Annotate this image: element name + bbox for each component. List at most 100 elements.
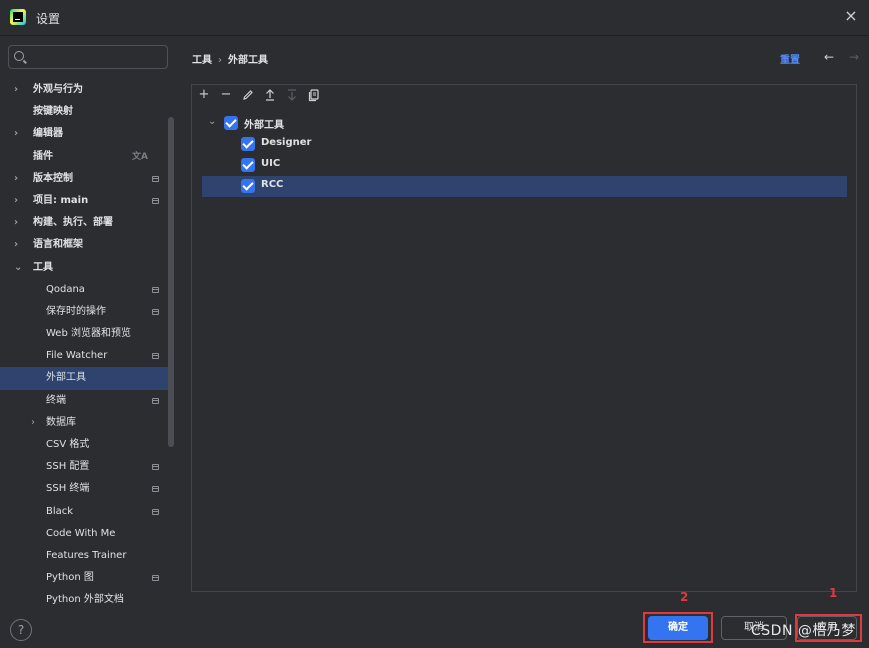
chevron-right-icon[interactable]: › (14, 79, 24, 101)
external-tools-panel: + − ⌄ 外部工具 Designer UIC RCC (191, 84, 857, 592)
sidebar-item-label: 语言和框架 (33, 239, 83, 251)
breadcrumb-separator: › (218, 55, 222, 66)
sidebar-scrollbar[interactable] (168, 117, 174, 447)
chevron-right-icon[interactable]: › (14, 212, 24, 234)
sidebar-item-label: 终端 (46, 394, 66, 406)
sidebar-item-label: CSV 格式 (46, 439, 90, 450)
project-level-icon (152, 464, 159, 471)
move-up-icon[interactable] (262, 87, 278, 103)
csdn-watermark: CSDN @梧乃梦 (751, 623, 856, 639)
chevron-right-icon[interactable]: › (31, 412, 41, 434)
sidebar-item[interactable]: Qodana (0, 279, 168, 301)
sidebar-item-label: SSH 配置 (46, 461, 90, 473)
project-level-icon (152, 175, 159, 182)
close-icon[interactable]: × (841, 6, 861, 26)
sidebar-item[interactable]: Web 浏览器和预览 (0, 323, 168, 345)
sidebar-item[interactable]: Features Trainer (0, 545, 168, 567)
pycharm-app-icon (10, 9, 26, 25)
sidebar-item[interactable]: › 版本控制 (0, 168, 168, 190)
copy-icon[interactable] (306, 87, 322, 103)
settings-sidebar: › 外观与行为 按键映射 › 编辑器 插件 文A › 版本控制 › 项目: main › 构建、执行、部… (0, 37, 176, 605)
tool-label: RCC (261, 179, 284, 190)
ok-button[interactable]: 确定 (648, 616, 708, 640)
sidebar-item[interactable]: SSH 配置 (0, 456, 168, 478)
tool-row-rcc[interactable]: RCC (202, 176, 847, 197)
sidebar-item-label: 版本控制 (33, 172, 73, 184)
sidebar-item[interactable]: › 项目: main (0, 190, 168, 212)
tool-group-row[interactable]: ⌄ 外部工具 (202, 113, 847, 134)
sidebar-item-label: 插件 (33, 150, 53, 162)
add-icon[interactable]: + (196, 87, 212, 103)
uic-checkbox[interactable] (241, 158, 255, 172)
sidebar-item[interactable]: › 数据库 (0, 412, 168, 434)
tool-label: Designer (261, 137, 312, 148)
chevron-right-icon[interactable]: › (14, 234, 24, 256)
sidebar-item-label: Web 浏览器和预览 (46, 328, 131, 340)
sidebar-item[interactable]: CSV 格式 (0, 434, 168, 456)
sidebar-item[interactable]: 保存时的操作 (0, 301, 168, 323)
project-level-icon (152, 197, 159, 204)
sidebar-item-label: Qodana (46, 283, 85, 295)
sidebar-item-label: Python 外部文档 (46, 594, 124, 606)
rcc-checkbox[interactable] (241, 179, 255, 193)
sidebar-item[interactable]: 按键映射 (0, 101, 168, 123)
sidebar-item[interactable]: Python 外部文档 (0, 589, 168, 611)
sidebar-item-label: 外部工具 (46, 372, 86, 384)
chevron-right-icon[interactable]: › (14, 123, 24, 145)
title-bar: 设置 × (0, 0, 869, 36)
move-down-icon[interactable] (284, 87, 300, 103)
search-input[interactable] (29, 48, 164, 66)
back-arrow-icon[interactable]: ← (824, 50, 834, 64)
sidebar-item-label: 保存时的操作 (46, 305, 106, 317)
project-level-icon (152, 575, 159, 582)
sidebar-item[interactable]: 外部工具 (0, 367, 168, 390)
chevron-right-icon[interactable]: › (14, 168, 24, 190)
remove-icon[interactable]: − (218, 87, 234, 103)
project-level-icon (152, 486, 159, 493)
sidebar-item[interactable]: Python 图 (0, 567, 168, 589)
tools-toolbar: + − (192, 85, 856, 107)
sidebar-item[interactable]: › 外观与行为 (0, 79, 168, 101)
group-checkbox[interactable] (224, 116, 238, 130)
translate-icon: 文A (132, 151, 148, 162)
sidebar-item-label: Features Trainer (46, 549, 127, 561)
sidebar-item[interactable]: › 语言和框架 (0, 234, 168, 256)
chevron-down-icon[interactable]: ⌄ (208, 116, 216, 127)
breadcrumb-parent[interactable]: 工具 (192, 55, 212, 66)
sidebar-item-label: 工具 (33, 261, 53, 273)
help-icon[interactable]: ? (10, 619, 32, 641)
sidebar-item[interactable]: ⌄ 工具 (0, 257, 168, 279)
project-level-icon (152, 353, 159, 360)
sidebar-item[interactable]: SSH 终端 (0, 478, 168, 500)
search-field[interactable] (8, 45, 168, 69)
sidebar-item[interactable]: › 构建、执行、部署 (0, 212, 168, 234)
chevron-right-icon[interactable]: › (14, 190, 24, 212)
annotation-number-2: 2 (680, 590, 689, 604)
tool-row-uic[interactable]: UIC (202, 155, 847, 176)
forward-arrow-icon[interactable]: → (849, 50, 859, 64)
breadcrumb-current: 外部工具 (228, 55, 268, 66)
sidebar-item-label: 外观与行为 (33, 84, 83, 95)
designer-checkbox[interactable] (241, 137, 255, 151)
sidebar-item-label: Code With Me (46, 527, 116, 539)
sidebar-item[interactable]: 终端 (0, 390, 168, 412)
reset-link[interactable]: 重置 (780, 51, 800, 66)
sidebar-item-label: 构建、执行、部署 (33, 217, 113, 229)
sidebar-item[interactable]: › 编辑器 (0, 123, 168, 145)
sidebar-item-label: 项目: main (33, 194, 89, 206)
sidebar-item-label: Python 图 (46, 572, 94, 584)
settings-tree: › 外观与行为 按键映射 › 编辑器 插件 文A › 版本控制 › 项目: main › 构建、执行、部… (0, 79, 168, 612)
chevron-down-icon[interactable]: ⌄ (14, 257, 24, 279)
sidebar-item[interactable]: Code With Me (0, 523, 168, 545)
sidebar-item[interactable]: Black (0, 501, 168, 523)
window-title: 设置 (36, 12, 61, 26)
annotation-number-1: 1 (829, 586, 838, 600)
edit-icon[interactable] (240, 87, 256, 103)
sidebar-item-label: 编辑器 (33, 128, 63, 140)
sidebar-item-label: 数据库 (46, 416, 76, 428)
project-level-icon (152, 397, 159, 404)
tool-row-designer[interactable]: Designer (202, 134, 847, 155)
project-level-icon (152, 286, 159, 293)
sidebar-item[interactable]: 插件 文A (0, 146, 168, 168)
sidebar-item[interactable]: File Watcher (0, 345, 168, 367)
